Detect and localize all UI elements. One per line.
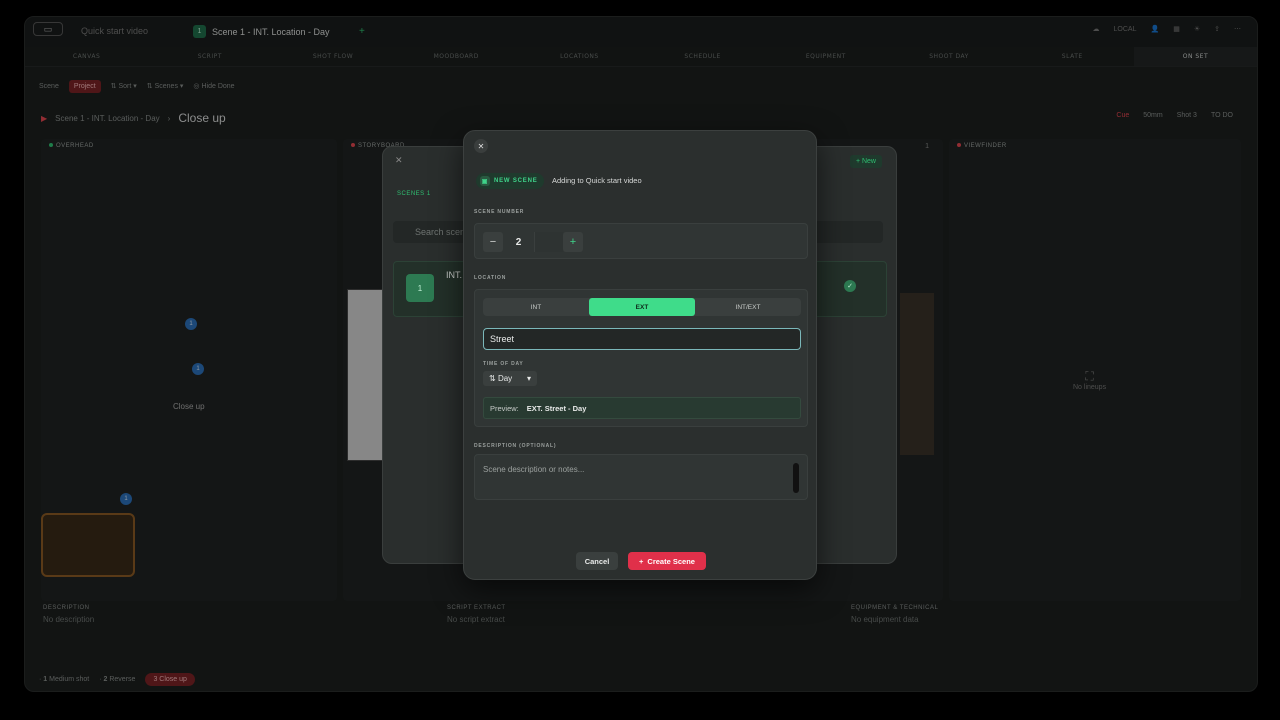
time-of-day-label: TIME OF DAY (483, 361, 524, 367)
new-scene-button[interactable]: + New (849, 155, 882, 168)
scene-number-stepper: − 2 + (483, 232, 583, 252)
seg-ext[interactable]: EXT (589, 298, 695, 316)
time-of-day-select[interactable]: ⇅ Day ▾ (483, 371, 537, 386)
increment-button[interactable]: + (563, 232, 583, 252)
seg-int[interactable]: INT (483, 298, 589, 316)
location-label: LOCATION (474, 275, 507, 281)
location-input[interactable]: Street (483, 328, 801, 350)
clapper-icon: ▣ (480, 176, 490, 186)
decrement-button[interactable]: − (483, 232, 503, 252)
new-scene-dialog: ✕ ▣ NEW SCENE Adding to Quick start vide… (463, 130, 817, 580)
adding-to-text: Adding to Quick start video (552, 176, 642, 185)
scene-number-value[interactable]: 2 (503, 232, 535, 252)
scene-number-label: SCENE NUMBER (474, 209, 525, 215)
description-label: DESCRIPTION (OPTIONAL) (474, 443, 557, 449)
scene-number-box: − 2 + (474, 223, 808, 259)
preview-box: Preview: EXT. Street - Day (483, 397, 801, 419)
close-icon[interactable]: ✕ (474, 139, 488, 153)
description-textarea[interactable]: Scene description or notes... (474, 454, 808, 500)
cancel-button[interactable]: Cancel (576, 552, 618, 570)
scrollbar[interactable] (793, 463, 799, 493)
create-scene-button[interactable]: + Create Scene (628, 552, 706, 570)
close-icon[interactable]: ✕ (395, 155, 403, 166)
location-box: INT EXT INT/EXT Street TIME OF DAY ⇅ Day… (474, 289, 808, 427)
seg-int-ext[interactable]: INT/EXT (695, 298, 801, 316)
int-ext-toggle: INT EXT INT/EXT (483, 298, 801, 316)
new-scene-badge: ▣ NEW SCENE (476, 173, 544, 189)
chevron-down-icon: ▾ (526, 374, 531, 383)
check-icon[interactable]: ✓ (844, 280, 856, 292)
scenes-header: SCENES 1 (397, 191, 431, 197)
